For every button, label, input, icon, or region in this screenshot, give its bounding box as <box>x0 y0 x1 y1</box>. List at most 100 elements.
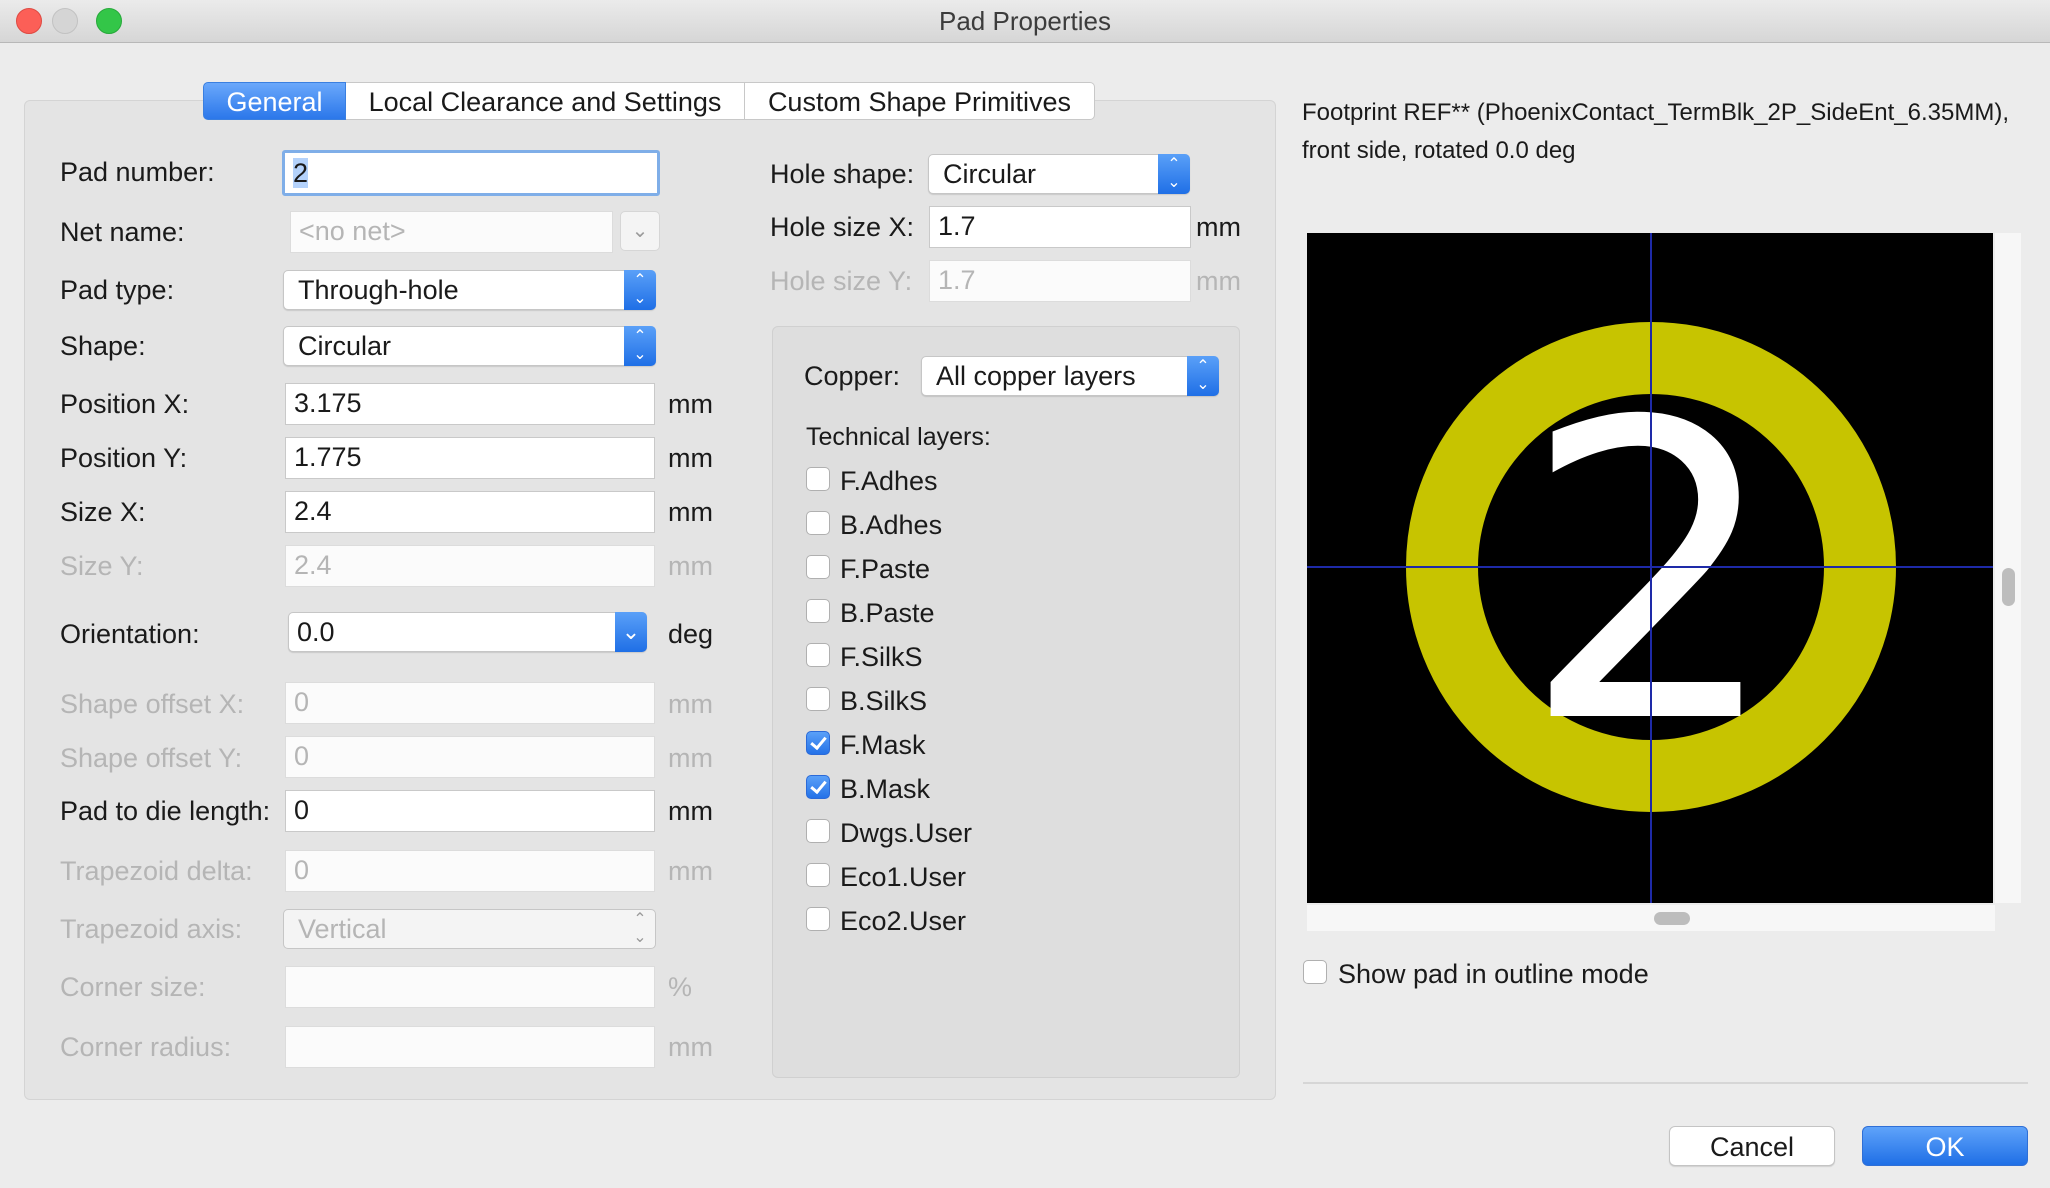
position-y-label: Position Y: <box>60 443 188 473</box>
layer-checkbox-b-paste[interactable] <box>806 599 830 623</box>
size-y-input[interactable]: 2.4 <box>285 545 655 587</box>
layer-checkbox-f-paste[interactable] <box>806 555 830 579</box>
layer-label: F.SilkS <box>840 642 923 672</box>
trapezoid-delta-input[interactable]: 0 <box>285 850 655 892</box>
trapezoid-axis-label: Trapezoid axis: <box>60 914 243 944</box>
layer-checkbox-dwgs-user[interactable] <box>806 819 830 843</box>
hole-size-y-unit: mm <box>1196 266 1241 296</box>
size-x-unit: mm <box>668 497 713 527</box>
size-x-label: Size X: <box>60 497 146 527</box>
net-name-dropdown-button[interactable]: ⌄ <box>620 211 660 251</box>
hole-size-y-label: Hole size Y: <box>770 266 913 296</box>
technical-layers-label: Technical layers: <box>806 423 991 451</box>
hole-size-y-input[interactable]: 1.7 <box>929 260 1191 302</box>
copper-select[interactable]: All copper layers ⌃ ⌄ <box>921 356 1219 396</box>
up-down-arrows-icon: ⌃ ⌄ <box>1158 154 1190 194</box>
layer-checkbox-b-silks[interactable] <box>806 687 830 711</box>
shape-offset-x-input[interactable]: 0 <box>285 682 655 724</box>
size-y-unit: mm <box>668 551 713 581</box>
up-down-arrows-icon: ⌃ ⌄ <box>633 911 647 946</box>
pad-type-label: Pad type: <box>60 275 175 305</box>
hole-size-x-input[interactable]: 1.7 <box>929 206 1191 248</box>
corner-radius-label: Corner radius: <box>60 1032 232 1062</box>
layer-checkbox-f-silks[interactable] <box>806 643 830 667</box>
footprint-info-line2: front side, rotated 0.0 deg <box>1302 137 1576 164</box>
shape-offset-x-label: Shape offset X: <box>60 689 245 719</box>
pad-type-select[interactable]: Through-hole ⌃ ⌄ <box>283 270 656 310</box>
size-x-input[interactable]: 2.4 <box>285 491 655 533</box>
corner-radius-input[interactable] <box>285 1026 655 1068</box>
window-title: Pad Properties <box>939 6 1111 36</box>
hole-shape-value: Circular <box>943 159 1037 189</box>
shape-select[interactable]: Circular ⌃ ⌄ <box>283 326 656 366</box>
trapezoid-delta-unit: mm <box>668 856 713 886</box>
orientation-value: 0.0 <box>297 617 335 647</box>
layer-label: Eco2.User <box>840 906 967 936</box>
layer-checkbox-f-adhes[interactable] <box>806 467 830 491</box>
cancel-button[interactable]: Cancel <box>1669 1126 1835 1166</box>
position-y-unit: mm <box>668 443 713 473</box>
shape-offset-x-unit: mm <box>668 689 713 719</box>
size-y-label: Size Y: <box>60 551 144 581</box>
title-bar: Pad Properties <box>0 0 2050 43</box>
orientation-unit: deg <box>668 619 714 649</box>
footprint-info-line1: Footprint REF** (PhoenixContact_TermBlk_… <box>1302 99 2009 126</box>
layer-label: B.Mask <box>840 774 931 804</box>
layer-checkbox-b-adhes[interactable] <box>806 511 830 535</box>
layer-label: F.Adhes <box>840 466 938 496</box>
hole-size-x-unit: mm <box>1196 212 1241 242</box>
copper-value: All copper layers <box>936 361 1136 391</box>
layer-label: F.Paste <box>840 554 931 584</box>
pad-number-label: Pad number: <box>60 157 215 187</box>
hole-shape-select[interactable]: Circular ⌃ ⌄ <box>928 154 1190 194</box>
pad-type-value: Through-hole <box>298 275 459 305</box>
corner-size-label: Corner size: <box>60 972 206 1002</box>
pad-preview-canvas[interactable]: 2 <box>1307 233 1993 903</box>
shape-value: Circular <box>298 331 392 361</box>
tab-custom-shape-primitives[interactable]: Custom Shape Primitives <box>745 82 1095 120</box>
outline-mode-label: Show pad in outline mode <box>1338 959 1649 989</box>
preview-vertical-scroll-thumb[interactable] <box>2002 568 2015 606</box>
layer-label: B.Adhes <box>840 510 943 540</box>
pad-preview-svg: 2 <box>1307 233 1993 903</box>
tab-local-clearance[interactable]: Local Clearance and Settings <box>346 82 745 120</box>
corner-size-unit: % <box>668 972 693 1002</box>
trapezoid-axis-value: Vertical <box>298 914 387 944</box>
net-name-label: Net name: <box>60 217 185 247</box>
pad-to-die-length-label: Pad to die length: <box>60 796 271 826</box>
layer-label: Dwgs.User <box>840 818 973 848</box>
copper-label: Copper: <box>804 361 901 391</box>
up-down-arrows-icon: ⌃ ⌄ <box>624 270 656 310</box>
pad-to-die-length-input[interactable]: 0 <box>285 790 655 832</box>
hole-shape-label: Hole shape: <box>770 159 915 189</box>
layer-checkbox-eco2-user[interactable] <box>806 907 830 931</box>
pad-number-input[interactable]: 2 <box>282 150 660 196</box>
trapezoid-delta-label: Trapezoid delta: <box>60 856 253 886</box>
layer-checkbox-f-mask[interactable] <box>806 731 830 755</box>
orientation-label: Orientation: <box>60 619 200 649</box>
orientation-combo[interactable]: 0.0 ⌄ <box>288 612 647 652</box>
tab-general[interactable]: General <box>203 82 346 120</box>
position-y-input[interactable]: 1.775 <box>285 437 655 479</box>
shape-label: Shape: <box>60 331 146 361</box>
layer-checkbox-b-mask[interactable] <box>806 775 830 799</box>
layer-label: F.Mask <box>840 730 926 760</box>
preview-horizontal-scroll-thumb[interactable] <box>1654 912 1690 925</box>
outline-mode-checkbox[interactable] <box>1303 960 1327 984</box>
trapezoid-axis-select[interactable]: Vertical ⌃ ⌄ <box>283 909 656 949</box>
chevron-down-icon: ⌄ <box>631 220 649 242</box>
shape-offset-y-label: Shape offset Y: <box>60 743 243 773</box>
hole-size-x-label: Hole size X: <box>770 212 915 242</box>
shape-offset-y-input[interactable]: 0 <box>285 736 655 778</box>
net-name-input[interactable]: <no net> <box>290 211 613 253</box>
ok-button[interactable]: OK <box>1862 1126 2028 1166</box>
layer-checkbox-eco1-user[interactable] <box>806 863 830 887</box>
position-x-label: Position X: <box>60 389 190 419</box>
preview-horizontal-scrollbar[interactable] <box>1307 905 1995 931</box>
chevron-down-icon: ⌄ <box>615 612 647 652</box>
up-down-arrows-icon: ⌃ ⌄ <box>624 326 656 366</box>
layer-label: Eco1.User <box>840 862 967 892</box>
corner-size-input[interactable] <box>285 966 655 1008</box>
position-x-input[interactable]: 3.175 <box>285 383 655 425</box>
pad-to-die-length-unit: mm <box>668 796 713 826</box>
